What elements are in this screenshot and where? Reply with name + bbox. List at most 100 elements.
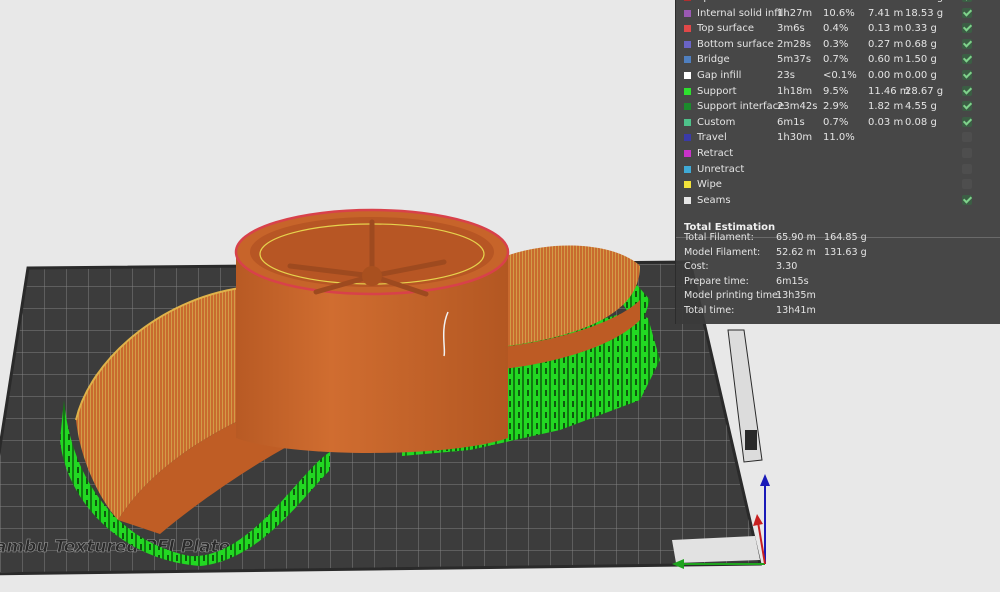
visibility-checkbox[interactable] <box>962 163 972 174</box>
legend-row-custom: Custom 6m1s 0.7% 0.03 m 0.08 g <box>676 115 1000 131</box>
total-label: Prepare time: <box>684 275 749 287</box>
feature-length: 7.41 m <box>868 7 904 19</box>
visibility-checkbox[interactable] <box>962 70 972 80</box>
total-row: Model Filament: 52.62 m 131.63 g <box>676 245 1000 260</box>
legend-row-internal-solid-infill: Internal solid infill 1h27m 10.6% 7.41 m 18.… <box>676 6 1000 22</box>
plate-label: Bambu Textured PEI Plate <box>0 537 230 557</box>
model-cylinder <box>234 208 510 453</box>
feature-name: Support <box>697 85 737 97</box>
feature-name: Bridge <box>697 54 730 66</box>
feature-time: 5m37s <box>777 54 812 66</box>
visibility-checkbox[interactable] <box>962 0 972 2</box>
legend-row-unretract: Unretract <box>676 162 1000 178</box>
feature-name: Support interface <box>697 101 785 113</box>
total-value: 6m15s <box>776 275 809 287</box>
visibility-checkbox[interactable] <box>962 7 972 18</box>
color-swatch <box>684 150 691 157</box>
feature-time: 1h27m <box>777 7 813 19</box>
legend-row-support: Support 1h18m 9.5% 11.46 m 28.67 g <box>676 84 1000 100</box>
color-swatch <box>684 87 691 95</box>
visibility-checkbox[interactable] <box>962 116 972 127</box>
color-swatch <box>684 9 691 17</box>
legend-row-bottom-surface: Bottom surface 2m28s 0.3% 0.27 m 0.68 g <box>676 37 1000 53</box>
total-label: Model printing time: <box>684 290 782 301</box>
feature-name: Internal solid infill <box>697 7 787 19</box>
total-row: Cost: 3.30 <box>676 259 1000 274</box>
legend-row-support-interface: Support interface 23m42s 2.9% 1.82 m 4.55 g <box>676 99 1000 115</box>
visibility-checkbox[interactable] <box>962 132 972 143</box>
legend-row-top-surface: Top surface 3m6s 0.4% 0.13 m 0.33 g <box>676 21 1000 37</box>
visibility-checkbox[interactable] <box>962 101 972 112</box>
total-label: Total Filament: <box>684 232 754 243</box>
color-swatch <box>684 25 691 33</box>
total-label: Cost: <box>684 261 709 272</box>
color-swatch <box>684 72 691 79</box>
feature-weight: 0.68 g <box>905 38 937 50</box>
feature-percent: 0.4% <box>823 23 849 35</box>
legend-row-travel: Travel 1h30m 11.0% <box>676 130 1000 146</box>
feature-weight: 0.08 g <box>905 116 937 128</box>
feature-time: 23m42s <box>777 101 818 113</box>
feature-name: Unretract <box>697 163 745 175</box>
total-row: Total time: 13h41m <box>676 303 1000 318</box>
feature-percent: 0.7% <box>823 54 849 66</box>
legend-row-wipe: Wipe <box>676 177 1000 193</box>
feature-weight: 18.53 g <box>905 7 944 19</box>
color-swatch <box>684 165 691 173</box>
feature-weight: 4.55 g <box>905 101 937 113</box>
color-swatch <box>684 56 691 64</box>
feature-percent: <0.1% <box>823 70 857 81</box>
legend-row-gap-infill: Gap infill 23s <0.1% 0.00 m 0.00 g <box>676 68 1000 84</box>
feature-length: 0.60 m <box>868 54 904 66</box>
visibility-checkbox[interactable] <box>962 179 972 190</box>
total-value: 65.90 m <box>776 232 816 243</box>
visibility-checkbox[interactable] <box>962 54 972 65</box>
visibility-checkbox[interactable] <box>962 194 972 205</box>
feature-percent: 0.7% <box>823 116 849 128</box>
feature-name: Travel <box>697 132 727 144</box>
feature-time: 2m28s <box>777 38 812 50</box>
legend-panel: Sparse infill1h13m8.9%6.16 m15.41 gInter… <box>675 0 1000 324</box>
feature-length: 0.27 m <box>868 38 904 50</box>
feature-length: 0.13 m <box>868 23 904 35</box>
feature-time: 1h30m <box>777 132 813 144</box>
feature-name: Seams <box>697 194 731 206</box>
feature-name: Gap infill <box>697 70 742 81</box>
color-swatch <box>684 134 691 142</box>
feature-weight: 0.00 g <box>905 70 937 81</box>
total-label: Total time: <box>684 304 735 316</box>
feature-length: 1.82 m <box>868 101 904 113</box>
feature-time: 6m1s <box>777 116 805 128</box>
feature-time: 3m6s <box>777 23 805 35</box>
legend-row-retract: Retract <box>676 146 1000 162</box>
feature-name: Custom <box>697 116 736 128</box>
total-row: Model printing time: 13h35m <box>676 288 1000 303</box>
feature-time: 1h18m <box>777 85 813 97</box>
feature-percent: 10.6% <box>823 7 855 19</box>
visibility-checkbox[interactable] <box>962 85 972 96</box>
visibility-checkbox[interactable] <box>962 23 972 34</box>
feature-weight: 0.33 g <box>905 23 937 35</box>
feature-percent: 0.3% <box>823 38 849 50</box>
color-swatch <box>684 118 691 126</box>
feature-weight: 28.67 g <box>905 85 944 97</box>
legend-row-seams: Seams <box>676 193 1000 209</box>
legend-row-bridge: Bridge 5m37s 0.7% 0.60 m 1.50 g <box>676 52 1000 68</box>
total-value: 3.30 <box>776 261 798 272</box>
visibility-checkbox[interactable] <box>962 38 972 49</box>
color-swatch <box>684 196 691 204</box>
total-value: 13h41m <box>776 304 816 316</box>
total-value-secondary: 131.63 g <box>824 246 867 258</box>
feature-weight: 1.50 g <box>905 54 937 66</box>
visibility-checkbox[interactable] <box>962 148 972 158</box>
color-swatch <box>684 103 691 111</box>
feature-name: Wipe <box>697 179 722 191</box>
feature-time: 23s <box>777 70 795 81</box>
color-swatch <box>684 181 691 189</box>
feature-length: 0.03 m <box>868 116 904 128</box>
total-row: Prepare time: 6m15s <box>676 274 1000 289</box>
color-swatch <box>684 40 691 48</box>
total-label: Model Filament: <box>684 246 761 258</box>
color-swatch <box>684 0 691 1</box>
feature-length: 11.46 m <box>868 85 910 97</box>
